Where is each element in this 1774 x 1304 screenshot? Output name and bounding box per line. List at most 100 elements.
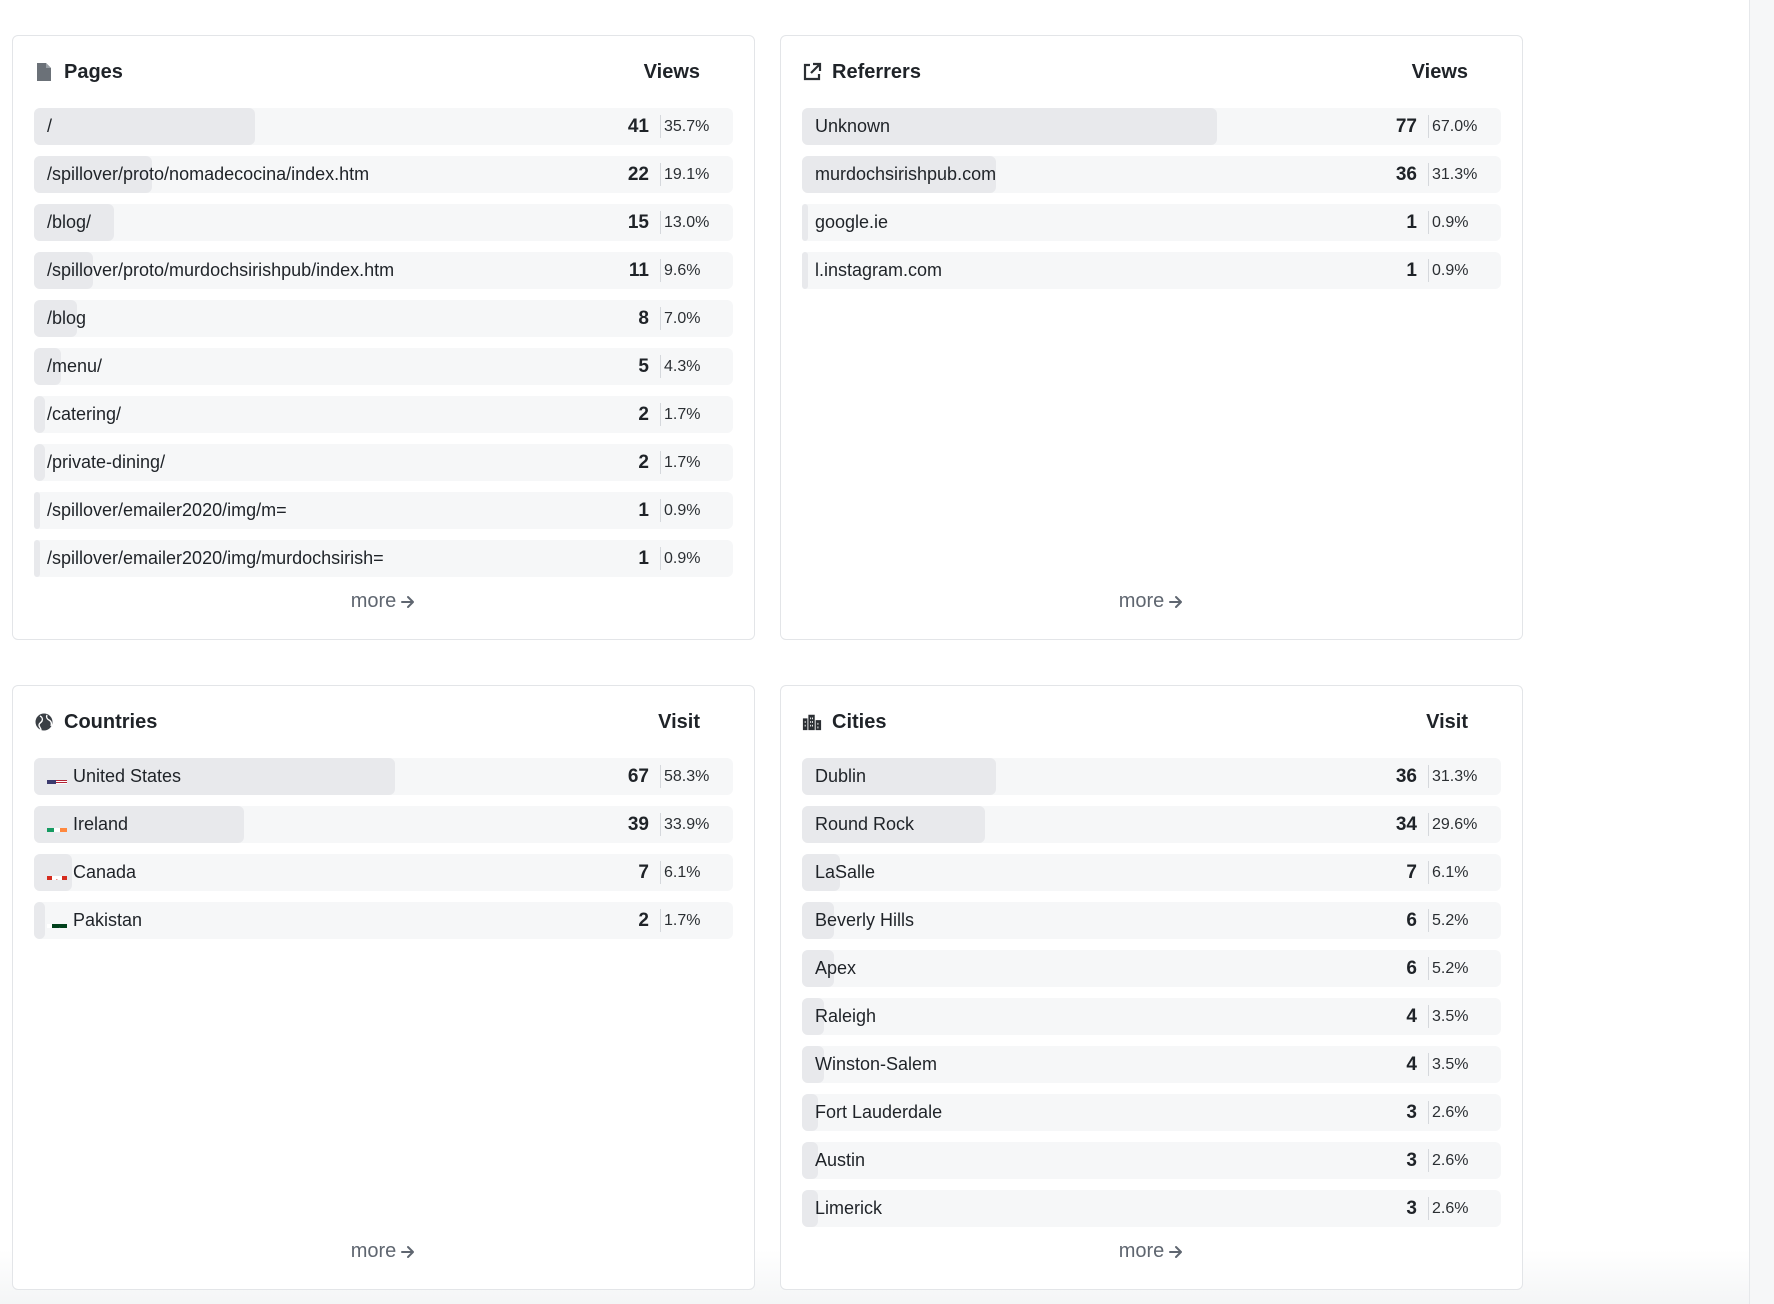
list-item[interactable]: Raleigh 4 3.5% (802, 998, 1501, 1035)
row-label: LaSalle (815, 854, 875, 891)
countries-title: Countries (64, 710, 158, 733)
row-percentage: 1.7% (664, 406, 701, 423)
list-item[interactable]: /blog/15 13.0% (34, 204, 733, 241)
list-item[interactable]: Austin 3 2.6% (802, 1142, 1501, 1179)
divider (660, 765, 661, 788)
pages-title: Pages (64, 60, 123, 83)
row-label-text: Apex (815, 958, 857, 978)
row-percentage: 1.7% (664, 912, 701, 929)
share-bar (34, 492, 40, 529)
row-label-text: /spillover/emailer2020/img/m= (47, 500, 287, 520)
more-label: more (1118, 1240, 1165, 1262)
list-item[interactable]: /spillover/emailer2020/img/murdochsirish… (34, 540, 733, 577)
row-percentage: 3.5% (1432, 1056, 1469, 1073)
list-item[interactable]: Limerick 3 2.6% (802, 1190, 1501, 1227)
list-item[interactable]: LaSalle 7 6.1% (802, 854, 1501, 891)
divider (1428, 765, 1429, 788)
scrollbar-track[interactable] (1749, 0, 1774, 1304)
row-label-text: l.instagram.com (815, 260, 943, 280)
list-item[interactable]: /spillover/proto/nomadecocina/index.htm 2… (34, 156, 733, 193)
row-label-text: Limerick (815, 1198, 883, 1218)
pk-flag-icon (47, 914, 67, 928)
list-item[interactable]: google.ie 1 0.9% (802, 204, 1501, 241)
pages-header: Pages Views (34, 58, 733, 86)
share-bar (34, 396, 45, 433)
list-item[interactable]: l.instagram.com 1 0.9% (802, 252, 1501, 289)
row-label: /spillover/emailer2020/img/m= (47, 492, 287, 529)
list-item[interactable]: Canada 7 6.1% (34, 854, 733, 891)
list-item[interactable]: Unknown 77 67.0% (802, 108, 1501, 145)
arrow-right-icon (1168, 1244, 1184, 1260)
divider (1428, 861, 1429, 884)
share-bar (34, 540, 40, 577)
row-percentage: 67.0% (1432, 118, 1478, 135)
row-label: Ireland (47, 806, 128, 843)
row-label: /spillover/proto/murdochsirishpub/index.… (47, 252, 394, 289)
divider (1428, 1053, 1429, 1076)
share-bar (802, 252, 808, 289)
cities-column-label: Visit (1426, 710, 1468, 733)
cities-more-link[interactable]: more (781, 1240, 1522, 1263)
row-label: Pakistan (47, 902, 142, 939)
row-label-text: Unknown (815, 116, 891, 136)
row-percentage: 29.6% (1432, 816, 1478, 833)
divider (1428, 1101, 1429, 1124)
list-item[interactable]: murdochsirishpub.com 36 31.3% (802, 156, 1501, 193)
row-count: 3 (1406, 1150, 1417, 1171)
list-item[interactable]: /spillover/emailer2020/img/m= 1 0.9% (34, 492, 733, 529)
row-label-text: Ireland (73, 814, 129, 834)
list-item[interactable]: /blog 8 7.0% (34, 300, 733, 337)
list-item[interactable]: Winston-Salem 4 3.5% (802, 1046, 1501, 1083)
row-count: 1 (638, 500, 649, 521)
referrers-more-link[interactable]: more (781, 590, 1522, 613)
pages-more-link[interactable]: more (13, 590, 754, 613)
list-item[interactable]: /spillover/proto/murdochsirishpub/index.… (34, 252, 733, 289)
divider (660, 163, 661, 186)
row-label: Apex (815, 950, 856, 987)
row-label: Unknown (815, 108, 890, 145)
ie-flag-icon (47, 818, 67, 832)
list-item[interactable]: Round Rock 34 29.6% (802, 806, 1501, 843)
row-label: Austin (815, 1142, 865, 1179)
more-label: more (350, 590, 397, 612)
arrow-right-icon (400, 1244, 416, 1260)
row-label-text: Beverly Hills (815, 910, 915, 930)
row-count: 3 (1406, 1198, 1417, 1219)
row-percentage: 1.7% (664, 454, 701, 471)
divider (1428, 957, 1429, 980)
countries-header: Countries Visit (34, 708, 733, 736)
pages-card: Pages Views / 41 35.7% /spillover/proto/nom… (12, 35, 755, 640)
list-item[interactable]: Pakistan 2 1.7% (34, 902, 733, 939)
row-count: 6 (1406, 910, 1417, 931)
list-item[interactable]: Apex 6 5.2% (802, 950, 1501, 987)
row-label: Winston-Salem (815, 1046, 937, 1083)
row-percentage: 58.3% (664, 768, 710, 785)
list-item[interactable]: Ireland 39 33.9% (34, 806, 733, 843)
list-item[interactable]: / 41 35.7% (34, 108, 733, 145)
divider (1428, 909, 1429, 932)
list-item[interactable]: /catering/2 1.7% (34, 396, 733, 433)
cities-card: Cities Visit Dublin 36 31.3% Round Rock 34 29… (780, 685, 1523, 1290)
row-label-text: /catering/ (47, 404, 122, 424)
row-count: 1 (638, 548, 649, 569)
row-label-text: United States (73, 766, 182, 786)
arrow-right-icon (1168, 594, 1184, 610)
list-item[interactable]: /menu/5 4.3% (34, 348, 733, 385)
row-percentage: 0.9% (664, 550, 701, 567)
countries-card: Countries Visit United States 67 58.3% Irel… (12, 685, 755, 1290)
list-item[interactable]: Fort Lauderdale 3 2.6% (802, 1094, 1501, 1131)
share-bar (802, 204, 808, 241)
list-item[interactable]: Dublin 36 31.3% (802, 758, 1501, 795)
row-count: 34 (1395, 814, 1417, 835)
row-label-text: /blog/ (47, 212, 92, 232)
row-label-text: / (47, 116, 53, 136)
row-percentage: 2.6% (1432, 1200, 1469, 1217)
list-item[interactable]: /private-dining/2 1.7% (34, 444, 733, 481)
row-count: 4 (1406, 1006, 1417, 1027)
countries-more-link[interactable]: more (13, 1240, 754, 1263)
list-item[interactable]: Beverly Hills 6 5.2% (802, 902, 1501, 939)
ca-flag-icon (47, 866, 67, 880)
divider (1428, 163, 1429, 186)
list-item[interactable]: United States 67 58.3% (34, 758, 733, 795)
row-count: 7 (1406, 862, 1417, 883)
